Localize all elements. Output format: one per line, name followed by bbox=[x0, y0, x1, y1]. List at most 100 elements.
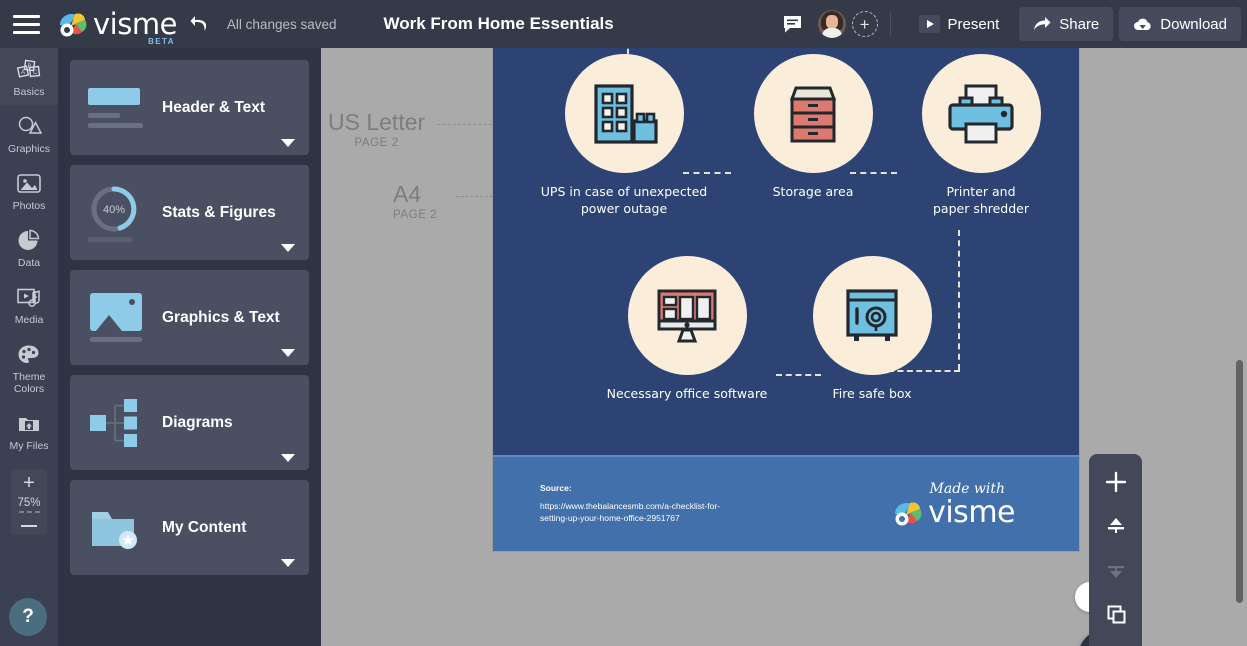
node-storage-area[interactable]: Storage area bbox=[729, 54, 897, 200]
guide-name: US Letter bbox=[328, 109, 426, 135]
node-label: Necessary office software bbox=[606, 386, 768, 401]
node-ups[interactable]: UPS in case of unexpected power outage bbox=[505, 54, 743, 217]
node-label-line1: UPS in case of unexpected bbox=[540, 184, 708, 199]
zoom-out-button[interactable] bbox=[21, 524, 37, 527]
header-text-thumb bbox=[70, 87, 162, 128]
safe-box-icon bbox=[846, 288, 898, 341]
content-panel: Header & Text 40% Stats & Figures Graphi… bbox=[58, 48, 321, 646]
left-icon-rail: A B C Basics Graphics Photos Data Media … bbox=[0, 48, 58, 646]
sidebar-item-photos[interactable]: Photos bbox=[0, 162, 58, 219]
zoom-control: + 75% bbox=[11, 469, 47, 535]
node-label: Storage area bbox=[772, 184, 854, 199]
canvas-scrollbar[interactable] bbox=[1236, 360, 1243, 603]
file-cabinet-icon bbox=[789, 86, 837, 142]
node-label: Fire safe box bbox=[832, 386, 912, 401]
sidebar-item-basics[interactable]: A B C Basics bbox=[0, 48, 58, 105]
sidebar-label-graphics: Graphics bbox=[7, 143, 50, 155]
sidebar-item-theme-colors[interactable]: Theme Colors bbox=[0, 333, 58, 402]
svg-text:A: A bbox=[21, 70, 25, 76]
sidebar-item-media[interactable]: Media bbox=[0, 276, 58, 333]
share-button[interactable]: Share bbox=[1019, 7, 1114, 41]
bring-forward-icon bbox=[1107, 518, 1124, 533]
image-text-thumb bbox=[70, 293, 162, 342]
sidebar-label-data: Data bbox=[17, 257, 41, 269]
chevron-down-icon[interactable] bbox=[281, 139, 295, 147]
play-icon bbox=[918, 15, 940, 33]
document-title[interactable]: Work From Home Essentials bbox=[384, 14, 614, 34]
diagram-thumb bbox=[70, 397, 162, 449]
sidebar-item-my-files[interactable]: My Files bbox=[0, 402, 58, 459]
download-cloud-icon bbox=[1134, 18, 1151, 30]
printer-icon bbox=[948, 84, 1014, 143]
panel-card-title: Graphics & Text bbox=[162, 308, 280, 326]
source-url-line2: setting-up-your-home-office-2951767 bbox=[540, 513, 680, 523]
slide-footer: Source: https://www.thebalancesmb.com/a-… bbox=[493, 455, 1079, 551]
duplicate-button[interactable] bbox=[1096, 596, 1136, 632]
desktop-monitor-icon bbox=[657, 289, 717, 342]
guide-line-a4 bbox=[456, 196, 497, 197]
sidebar-label-basics: Basics bbox=[13, 86, 45, 98]
node-fire-safe-box[interactable]: Fire safe box bbox=[785, 256, 959, 402]
zoom-slider-ticks[interactable] bbox=[18, 511, 40, 513]
node-label-line1: Printer and bbox=[946, 184, 1016, 199]
node-label-line2: power outage bbox=[580, 201, 668, 216]
download-label: Download bbox=[1160, 15, 1227, 33]
photo-icon bbox=[16, 171, 42, 197]
panel-card-stats-figures[interactable]: 40% Stats & Figures bbox=[70, 165, 309, 260]
toolbar-divider bbox=[889, 11, 891, 37]
undo-button[interactable] bbox=[185, 0, 215, 48]
send-backward-icon bbox=[1107, 566, 1124, 578]
upload-folder-icon bbox=[16, 411, 42, 437]
visme-wordmark: visme bbox=[928, 495, 1015, 530]
source-url-line1: https://www.thebalancesmb.com/a-checklis… bbox=[540, 501, 720, 511]
zoom-in-button[interactable]: + bbox=[23, 473, 35, 493]
top-toolbar: visme BETA All changes saved Work From H… bbox=[0, 0, 1247, 48]
node-printer[interactable]: Printer and paper shredder bbox=[897, 54, 1065, 217]
present-label: Present bbox=[947, 15, 1000, 33]
guide-a4: A4 PAGE 2 bbox=[393, 182, 437, 221]
node-bubble bbox=[921, 54, 1041, 173]
send-backward-button[interactable] bbox=[1096, 552, 1136, 588]
chevron-down-icon[interactable] bbox=[281, 559, 295, 567]
node-bubble bbox=[753, 54, 873, 173]
bring-forward-button[interactable] bbox=[1096, 508, 1136, 544]
pie-chart-icon bbox=[17, 228, 41, 254]
panel-card-title: Stats & Figures bbox=[162, 203, 276, 221]
panel-card-graphics-text[interactable]: Graphics & Text bbox=[70, 270, 309, 365]
add-element-button[interactable] bbox=[1096, 464, 1136, 500]
node-bubble bbox=[627, 256, 747, 375]
guide-us-letter: US Letter PAGE 2 bbox=[328, 110, 425, 149]
present-button[interactable]: Present bbox=[905, 7, 1014, 41]
sidebar-item-data[interactable]: Data bbox=[0, 219, 58, 276]
comment-icon[interactable] bbox=[778, 9, 808, 39]
download-button[interactable]: Download bbox=[1119, 7, 1241, 41]
node-office-software[interactable]: Necessary office software bbox=[595, 256, 779, 402]
duplicate-icon bbox=[1107, 605, 1125, 624]
node-label-line2: paper shredder bbox=[932, 201, 1030, 216]
chevron-down-icon[interactable] bbox=[281, 244, 295, 252]
add-user-icon[interactable]: + bbox=[851, 11, 878, 37]
panel-card-title: Header & Text bbox=[162, 98, 266, 116]
panel-card-title: My Content bbox=[162, 518, 247, 536]
chevron-down-icon[interactable] bbox=[281, 454, 295, 462]
node-bubble bbox=[812, 256, 932, 375]
visme-logo-mark bbox=[58, 11, 90, 37]
source-label: Source: bbox=[540, 483, 572, 493]
zoom-level-label[interactable]: 75% bbox=[17, 497, 40, 509]
right-tool-panel bbox=[1089, 454, 1142, 646]
palette-icon bbox=[17, 342, 41, 368]
slide-canvas[interactable]: UPS in case of unexpected power outage S… bbox=[493, 48, 1079, 551]
visme-logo[interactable]: visme BETA bbox=[58, 10, 177, 46]
help-button[interactable]: ? bbox=[9, 598, 47, 636]
top-toolbar-right: + Present Share Download bbox=[778, 0, 1247, 48]
svg-text:B: B bbox=[28, 64, 32, 70]
panel-card-my-content[interactable]: My Content bbox=[70, 480, 309, 575]
plus-icon bbox=[1105, 471, 1126, 493]
panel-card-header-text[interactable]: Header & Text bbox=[70, 60, 309, 155]
panel-card-diagrams[interactable]: Diagrams bbox=[70, 375, 309, 470]
sidebar-item-graphics[interactable]: Graphics bbox=[0, 105, 58, 162]
guide-page: PAGE 2 bbox=[393, 209, 438, 221]
avatar[interactable] bbox=[817, 10, 846, 38]
hamburger-menu-icon[interactable] bbox=[0, 0, 52, 48]
chevron-down-icon[interactable] bbox=[281, 349, 295, 357]
